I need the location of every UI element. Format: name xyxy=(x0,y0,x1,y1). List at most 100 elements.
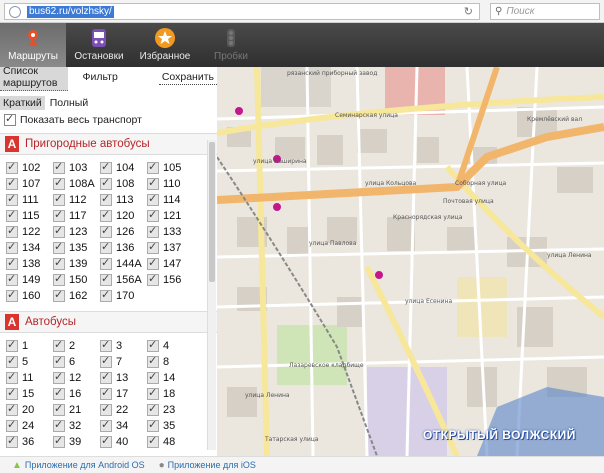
route-item[interactable]: 137 xyxy=(147,240,194,255)
route-checkbox[interactable] xyxy=(100,338,112,352)
route-item[interactable]: 4 xyxy=(147,338,194,353)
route-checkbox[interactable] xyxy=(147,176,159,190)
route-checkbox[interactable] xyxy=(100,256,112,270)
route-checkbox[interactable] xyxy=(147,160,159,174)
route-checkbox[interactable] xyxy=(100,160,112,174)
route-item[interactable]: 136 xyxy=(100,240,147,255)
scrollbar-thumb[interactable] xyxy=(209,142,215,282)
route-checkbox[interactable] xyxy=(6,160,18,174)
route-item[interactable]: 170 xyxy=(100,288,147,303)
route-item[interactable]: 122 xyxy=(6,224,53,239)
route-checkbox[interactable] xyxy=(53,176,65,190)
route-checkbox[interactable] xyxy=(53,208,65,222)
route-checkbox[interactable] xyxy=(100,192,112,206)
route-checkbox[interactable] xyxy=(53,288,65,302)
route-item[interactable]: 138 xyxy=(6,256,53,271)
route-item[interactable]: 114 xyxy=(147,192,194,207)
route-checkbox[interactable] xyxy=(147,240,159,254)
route-checkbox[interactable] xyxy=(53,434,65,448)
route-checkbox[interactable] xyxy=(100,386,112,400)
route-item[interactable]: 21 xyxy=(53,402,100,417)
route-item[interactable]: 149 xyxy=(6,272,53,287)
route-item[interactable]: 22 xyxy=(100,402,147,417)
route-checkbox[interactable] xyxy=(147,208,159,222)
route-checkbox[interactable] xyxy=(6,192,18,206)
route-item[interactable]: 102 xyxy=(6,160,53,175)
route-checkbox[interactable] xyxy=(53,192,65,206)
route-item[interactable]: 121 xyxy=(147,208,194,223)
route-item[interactable]: 156А xyxy=(100,272,147,287)
mode-short[interactable]: Краткий xyxy=(0,96,45,110)
route-checkbox[interactable] xyxy=(100,288,112,302)
route-checkbox[interactable] xyxy=(53,354,65,368)
url-text[interactable]: bus62.ru/volzhsky/ xyxy=(27,5,114,18)
mode-full[interactable]: Полный xyxy=(47,96,92,110)
route-item[interactable]: 107 xyxy=(6,176,53,191)
route-item[interactable]: 8 xyxy=(147,354,194,369)
route-checkbox[interactable] xyxy=(100,434,112,448)
route-checkbox[interactable] xyxy=(100,402,112,416)
route-item[interactable]: 104 xyxy=(100,160,147,175)
route-item[interactable]: 3 xyxy=(100,338,147,353)
route-item[interactable]: 126 xyxy=(100,224,147,239)
route-item[interactable]: 117 xyxy=(53,208,100,223)
route-checkbox[interactable] xyxy=(53,272,65,286)
section-header-city[interactable]: А Автобусы xyxy=(0,311,217,333)
route-checkbox[interactable] xyxy=(100,418,112,432)
route-checkbox[interactable] xyxy=(147,338,159,352)
route-checkbox[interactable] xyxy=(6,418,18,432)
route-item[interactable]: 35 xyxy=(147,418,194,433)
route-item[interactable]: 17 xyxy=(100,386,147,401)
route-item[interactable]: 139 xyxy=(53,256,100,271)
route-checkbox[interactable] xyxy=(147,434,159,448)
traffic-button[interactable]: Пробки xyxy=(198,23,264,67)
route-item[interactable]: 123 xyxy=(53,224,100,239)
route-item[interactable]: 24 xyxy=(6,418,53,433)
route-item[interactable]: 7 xyxy=(100,354,147,369)
route-checkbox[interactable] xyxy=(6,272,18,286)
route-item[interactable]: 12 xyxy=(53,370,100,385)
route-item[interactable]: 133 xyxy=(147,224,194,239)
route-item[interactable]: 36 xyxy=(6,434,53,449)
route-item[interactable]: 144А xyxy=(100,256,147,271)
route-item[interactable]: 113 xyxy=(100,192,147,207)
route-item[interactable]: 160 xyxy=(6,288,53,303)
route-checkbox[interactable] xyxy=(53,338,65,352)
route-item[interactable]: 11 xyxy=(6,370,53,385)
route-item[interactable]: 1 xyxy=(6,338,53,353)
tab-filter[interactable]: Фильтр xyxy=(80,70,121,84)
show-all-row[interactable]: Показать весь транспорт xyxy=(0,111,217,129)
route-checkbox[interactable] xyxy=(147,402,159,416)
reload-icon[interactable]: ↻ xyxy=(464,5,473,18)
route-checkbox[interactable] xyxy=(53,370,65,384)
route-checkbox[interactable] xyxy=(53,402,65,416)
route-checkbox[interactable] xyxy=(6,208,18,222)
favorites-button[interactable]: Избранное xyxy=(132,23,198,67)
route-checkbox[interactable] xyxy=(53,256,65,270)
route-checkbox[interactable] xyxy=(100,240,112,254)
route-checkbox[interactable] xyxy=(6,434,18,448)
route-item[interactable]: 135 xyxy=(53,240,100,255)
route-item[interactable]: 40 xyxy=(100,434,147,449)
route-item[interactable]: 34 xyxy=(100,418,147,433)
stops-button[interactable]: Остановки xyxy=(66,23,132,67)
route-item[interactable]: 120 xyxy=(100,208,147,223)
route-checkbox[interactable] xyxy=(147,192,159,206)
route-item[interactable]: 16 xyxy=(53,386,100,401)
route-item[interactable]: 20 xyxy=(6,402,53,417)
route-checkbox[interactable] xyxy=(6,386,18,400)
route-checkbox[interactable] xyxy=(6,224,18,238)
route-item[interactable]: 39 xyxy=(53,434,100,449)
route-checkbox[interactable] xyxy=(6,256,18,270)
route-item[interactable]: 134 xyxy=(6,240,53,255)
route-item[interactable]: 5 xyxy=(6,354,53,369)
route-item[interactable]: 2 xyxy=(53,338,100,353)
route-checkbox[interactable] xyxy=(6,402,18,416)
route-checkbox[interactable] xyxy=(100,370,112,384)
browser-search-box[interactable]: ⚲ Поиск xyxy=(490,3,600,20)
route-checkbox[interactable] xyxy=(53,160,65,174)
route-checkbox[interactable] xyxy=(6,354,18,368)
route-checkbox[interactable] xyxy=(100,208,112,222)
section-header-suburban[interactable]: А Пригородные автобусы xyxy=(0,133,217,155)
route-checkbox[interactable] xyxy=(6,240,18,254)
